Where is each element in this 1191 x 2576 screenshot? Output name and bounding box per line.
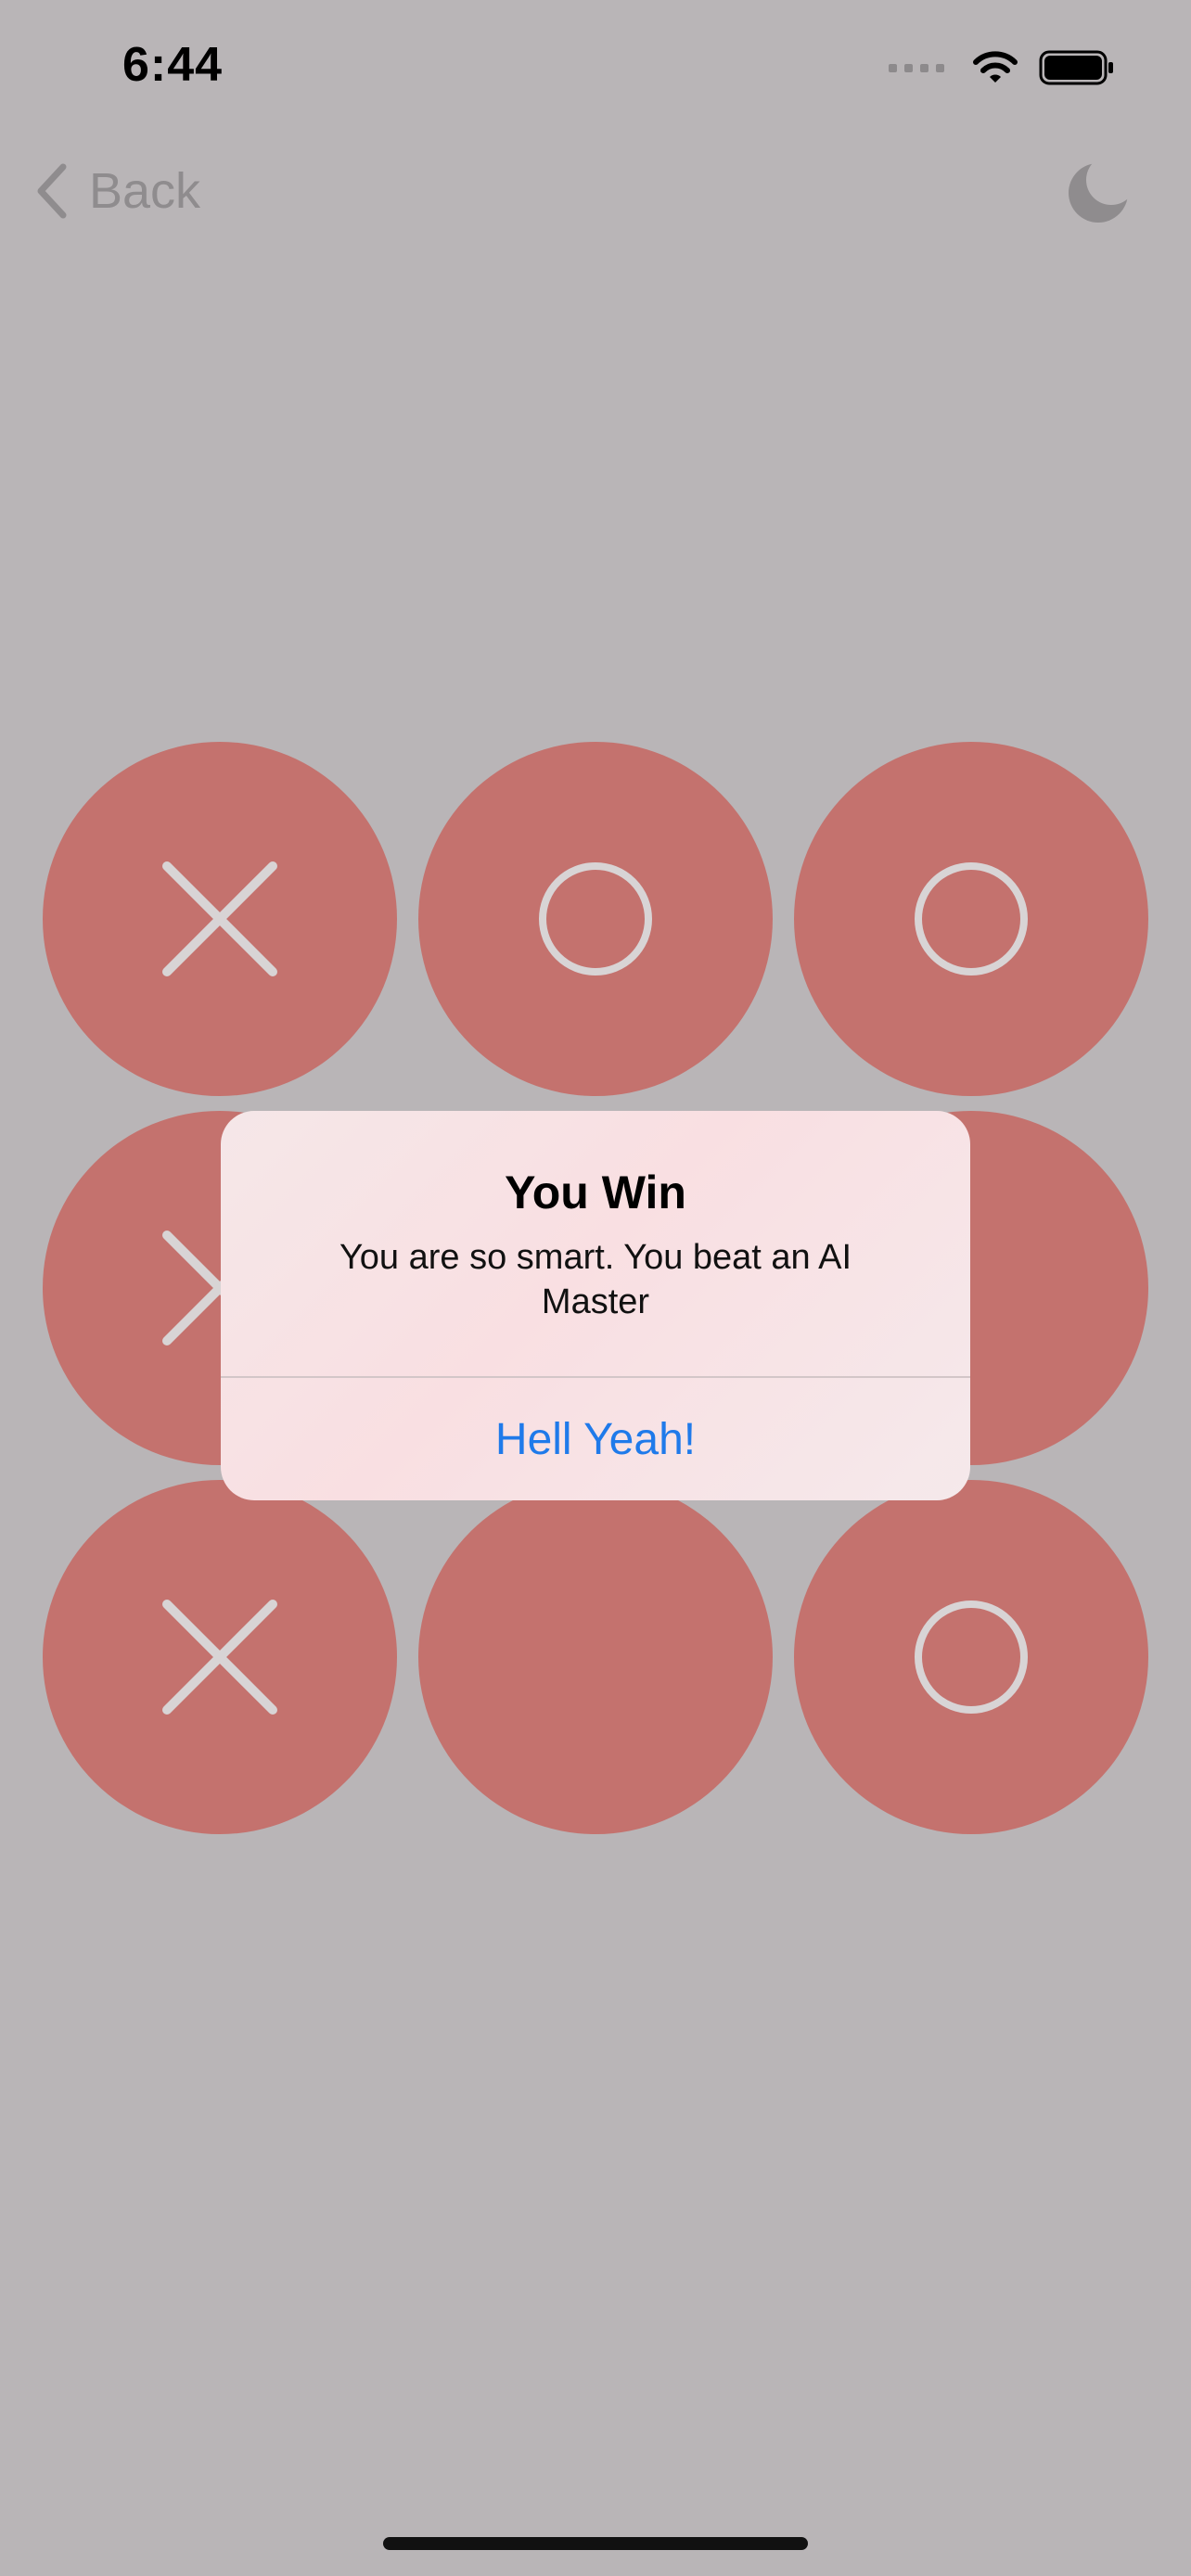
battery-icon — [1039, 50, 1113, 85]
board-cell[interactable] — [418, 1480, 773, 1834]
board-cell[interactable] — [43, 1480, 397, 1834]
back-button[interactable]: Back — [33, 158, 200, 224]
cellular-signal-icon — [889, 63, 944, 72]
wifi-icon — [973, 51, 1018, 83]
status-icons — [889, 45, 1115, 91]
o-mark-icon — [915, 1600, 1028, 1714]
o-mark-icon — [915, 862, 1028, 976]
moon-icon[interactable] — [1065, 159, 1132, 226]
status-time: 6:44 — [122, 38, 224, 92]
chevron-left-icon — [37, 163, 67, 219]
x-mark-icon — [162, 861, 277, 976]
board-cell[interactable] — [794, 742, 1148, 1096]
alert-message: You are so smart. You beat an AI Master — [339, 1238, 852, 1321]
o-mark-icon — [539, 862, 652, 976]
home-indicator[interactable] — [383, 2537, 808, 2550]
board-cell[interactable] — [43, 742, 397, 1096]
alert-title: You Win — [505, 1167, 686, 1218]
x-mark-icon — [162, 1600, 277, 1715]
alert-confirm-button[interactable]: Hell Yeah! — [221, 1378, 970, 1500]
back-label: Back — [89, 163, 201, 219]
board-cell[interactable] — [794, 1480, 1148, 1834]
board-cell[interactable] — [418, 742, 773, 1096]
win-alert: You Win You are so smart. You beat an AI… — [221, 1111, 970, 1500]
